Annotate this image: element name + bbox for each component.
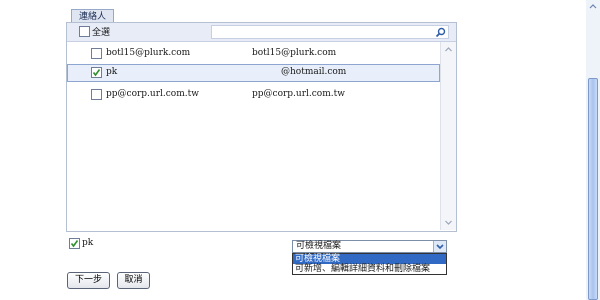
contact-email: botl15@plurk.com [252,48,337,58]
scroll-up-icon[interactable] [443,44,454,55]
chevron-down-icon [436,244,444,250]
page-scroll-up-icon[interactable] [588,2,598,10]
cancel-button[interactable]: 取消 [117,272,150,289]
search-input[interactable] [211,25,449,39]
list-header: 全選 [67,23,456,42]
selected-contact-checkbox[interactable] [69,238,80,249]
page-scrollbar[interactable] [586,0,600,300]
contact-name: pk [106,67,118,77]
permission-select[interactable]: 可檢視檔案 [292,240,447,253]
contact-email: @hotmail.com [281,67,347,77]
contact-name: botl15@plurk.com [106,48,191,58]
next-button[interactable]: 下一步 [67,272,110,289]
check-mark-icon [70,240,79,248]
permission-options-list: 可檢視檔案 可新增、編輯詳細資料和刪除檔案 [292,253,447,275]
search-icon[interactable] [435,27,446,38]
list-scrollbar[interactable] [440,42,456,230]
page-scroll-thumb[interactable] [588,78,598,300]
select-all-checkbox[interactable] [79,26,90,37]
contact-checkbox[interactable] [91,89,102,100]
check-mark-icon [92,69,101,77]
scroll-down-icon[interactable] [443,217,454,228]
permission-option[interactable]: 可新增、編輯詳細資料和刪除檔案 [293,264,446,274]
contact-name: pp@corp.url.com.tw [106,89,199,99]
contact-list: botl15@plurk.com botl15@plurk.com pk @ho… [67,42,440,231]
permission-option[interactable]: 可檢視檔案 [293,254,446,264]
contact-row-selected[interactable]: pk @hotmail.com [67,64,440,82]
contact-checkbox-checked[interactable] [91,67,102,78]
contact-email: pp@corp.url.com.tw [252,89,345,99]
selected-contact-label: pk [82,238,94,248]
permission-select-arrow[interactable] [433,241,446,252]
contact-row[interactable]: pp@corp.url.com.tw pp@corp.url.com.tw [67,86,440,104]
contacts-panel: 全選 botl15@plurk.com botl15@plurk.com pk … [66,22,457,232]
contact-checkbox[interactable] [91,48,102,59]
select-all-label: 全選 [92,28,111,38]
contact-row[interactable]: botl15@plurk.com botl15@plurk.com [67,45,440,63]
permission-select-value: 可檢視檔案 [296,241,342,251]
